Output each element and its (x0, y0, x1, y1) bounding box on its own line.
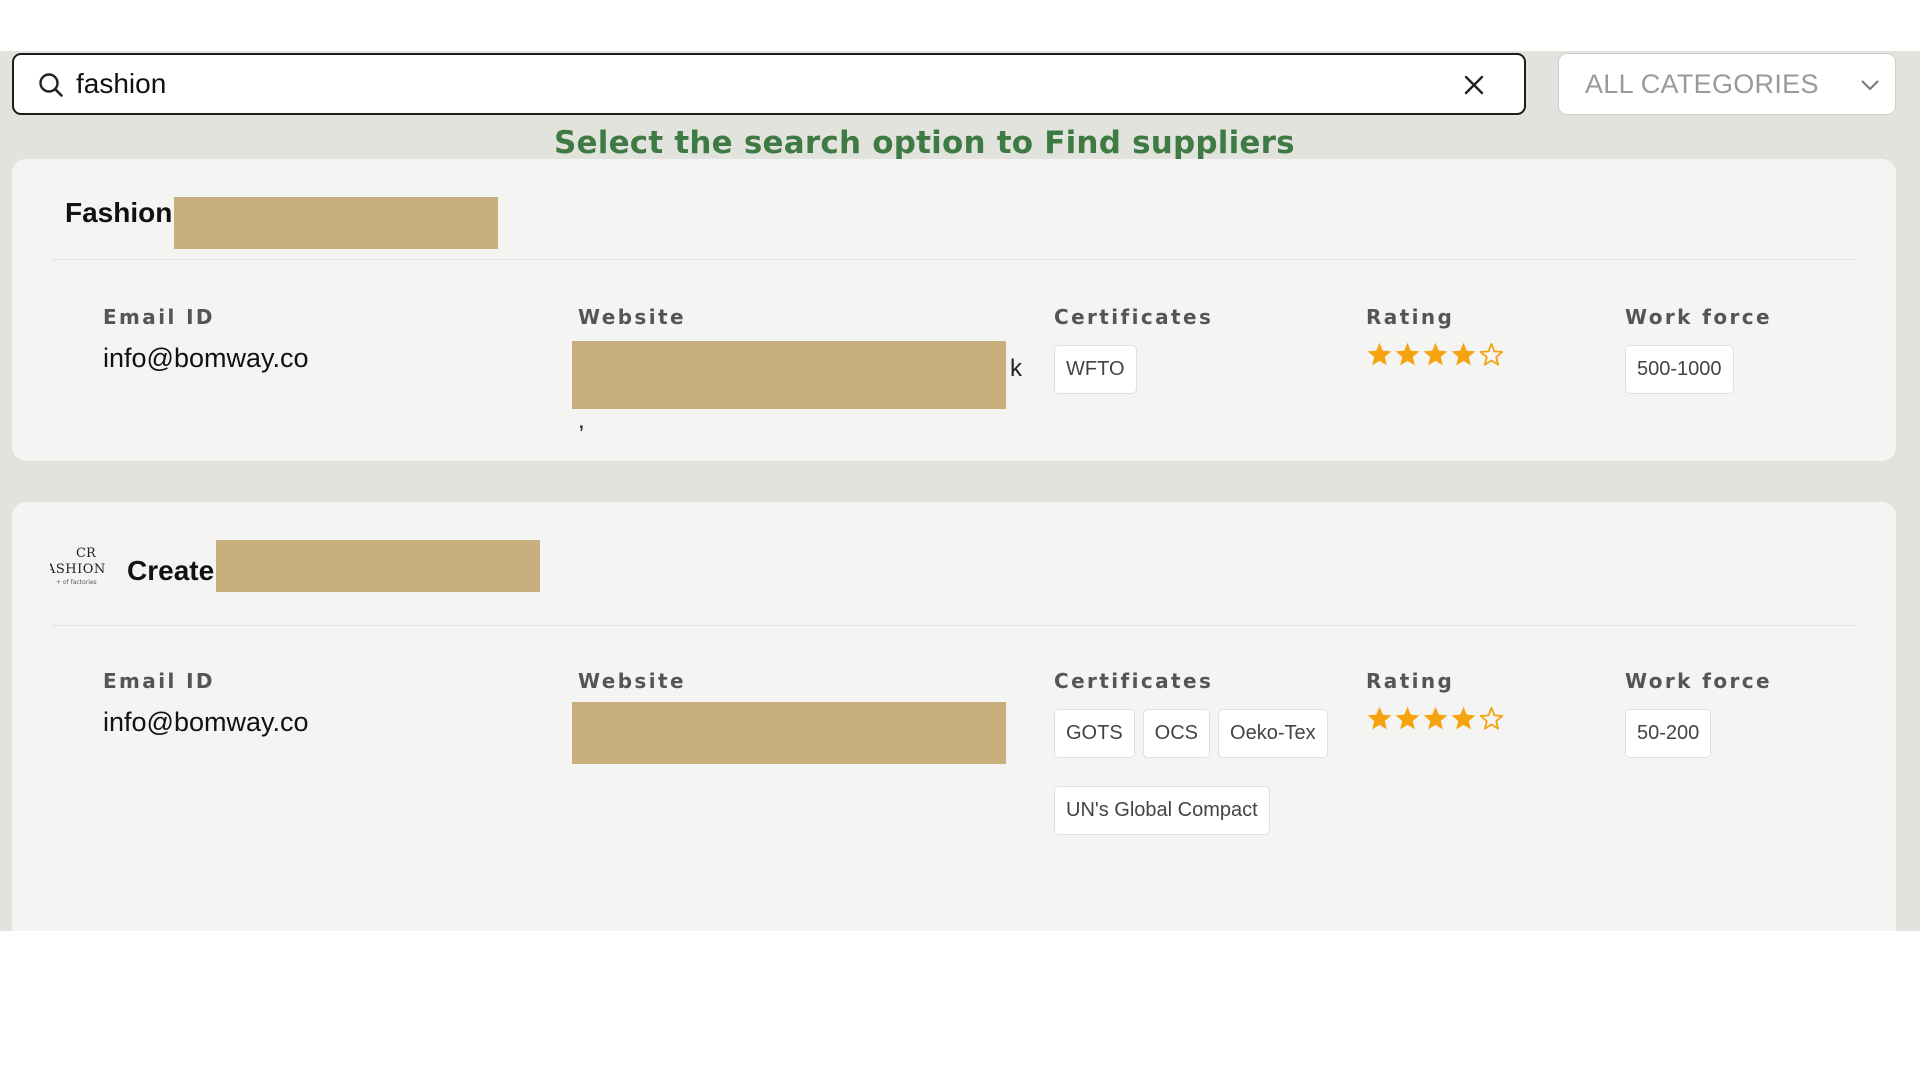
close-icon[interactable] (1462, 73, 1486, 97)
workforce-column: Work force 50-200 (1625, 669, 1915, 758)
supplier-card[interactable]: CR ASHION + of factories Create Email ID… (12, 502, 1896, 931)
website-text-fragment: , (578, 407, 585, 434)
certificate-badge: OCS (1142, 709, 1211, 758)
category-selected-label: ALL CATEGORIES (1585, 69, 1819, 99)
search-hint: Select the search option to Find supplie… (554, 125, 1295, 161)
email-value[interactable]: info@bomway.co (103, 343, 309, 374)
search-bar[interactable] (12, 53, 1526, 115)
rating-stars (1366, 341, 1505, 368)
page-bottom-blank (0, 931, 1920, 1080)
search-results-area: ALL CATEGORIES Select the search option … (0, 51, 1920, 931)
divider (52, 259, 1856, 260)
certificate-badge: UN's Global Compact (1054, 786, 1270, 835)
supplier-card-header: CR ASHION + of factories Create (12, 502, 1896, 626)
star-filled-icon (1366, 705, 1393, 732)
divider (52, 625, 1856, 626)
supplier-name[interactable]: Create (127, 555, 214, 587)
supplier-logo: CR ASHION + of factories (50, 544, 112, 590)
rating-label: Rating (1366, 669, 1455, 693)
website-column: Website (578, 305, 686, 329)
star-filled-icon (1450, 705, 1477, 732)
workforce-list: 500-1000 (1625, 345, 1915, 394)
redaction-block (216, 540, 540, 592)
certificates-column: Certificates WFTO (1054, 305, 1344, 394)
website-column: Website (578, 669, 686, 693)
workforce-badge: 500-1000 (1625, 345, 1734, 394)
certificates-list: GOTS OCS Oeko-Tex UN's Global Compact (1054, 709, 1344, 835)
search-icon (38, 72, 64, 98)
rating-column: Rating (1366, 305, 1505, 368)
workforce-label: Work force (1625, 669, 1772, 693)
email-column: Email ID info@bomway.co (103, 305, 309, 374)
workforce-label: Work force (1625, 305, 1772, 329)
certificates-label: Certificates (1054, 669, 1214, 693)
redaction-block (572, 702, 1006, 764)
star-filled-icon (1366, 341, 1393, 368)
star-filled-icon (1450, 341, 1477, 368)
certificates-column: Certificates GOTS OCS Oeko-Tex UN's Glob… (1054, 669, 1344, 835)
redaction-block (572, 341, 1006, 409)
svg-text:CR: CR (76, 546, 97, 561)
certificate-badge: GOTS (1054, 709, 1135, 758)
website-label: Website (578, 305, 686, 329)
certificate-badge: WFTO (1054, 345, 1137, 394)
email-label: Email ID (103, 305, 215, 329)
supplier-card[interactable]: Fashion Email ID info@bomway.co Website … (12, 159, 1896, 461)
website-text-fragment: k (1010, 355, 1022, 382)
chevron-down-icon (1859, 76, 1881, 94)
workforce-badge: 50-200 (1625, 709, 1712, 758)
redaction-block (174, 197, 498, 249)
svg-text:+ of factories: + of factories (56, 579, 97, 586)
category-dropdown[interactable]: ALL CATEGORIES (1558, 53, 1896, 115)
star-outline-icon (1478, 705, 1505, 732)
supplier-name[interactable]: Fashion (65, 197, 172, 229)
rating-label: Rating (1366, 305, 1455, 329)
email-column: Email ID info@bomway.co (103, 669, 309, 738)
star-filled-icon (1394, 341, 1421, 368)
star-outline-icon (1478, 341, 1505, 368)
certificates-list: WFTO (1054, 345, 1344, 394)
rating-stars (1366, 705, 1505, 732)
email-value[interactable]: info@bomway.co (103, 707, 309, 738)
star-filled-icon (1394, 705, 1421, 732)
workforce-column: Work force 500-1000 (1625, 305, 1915, 394)
star-filled-icon (1422, 705, 1449, 732)
search-input[interactable] (76, 65, 1426, 103)
website-label: Website (578, 669, 686, 693)
certificates-label: Certificates (1054, 305, 1214, 329)
svg-text:ASHION: ASHION (50, 562, 106, 577)
star-filled-icon (1422, 341, 1449, 368)
workforce-list: 50-200 (1625, 709, 1915, 758)
rating-column: Rating (1366, 669, 1505, 732)
email-label: Email ID (103, 669, 215, 693)
supplier-card-header: Fashion (12, 159, 1896, 259)
certificate-badge: Oeko-Tex (1218, 709, 1328, 758)
